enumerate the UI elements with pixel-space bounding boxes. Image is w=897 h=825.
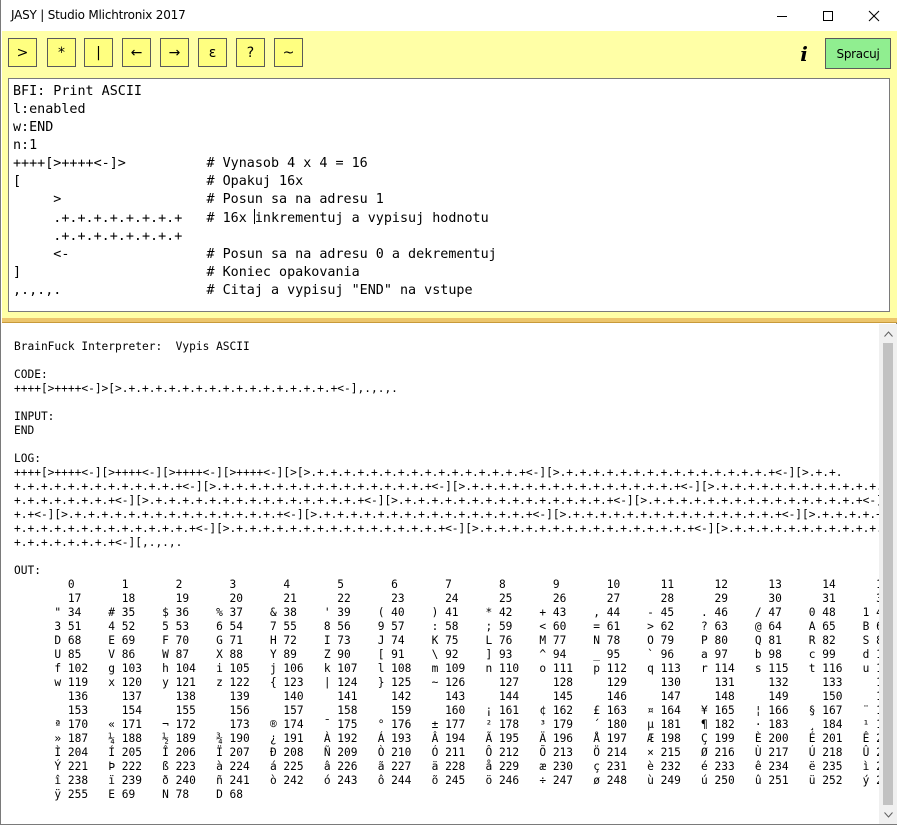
minimize-icon <box>777 15 787 17</box>
code-text[interactable]: BFI: Print ASCII l:enabled w:END n:1 +++… <box>13 83 497 300</box>
insert-star-button[interactable]: * <box>47 38 76 67</box>
app-window: JASY | Studio Mlichtronix 2017 > * | ← →… <box>0 0 897 825</box>
info-icon[interactable]: i <box>796 43 812 65</box>
chevron-down-icon <box>883 811 893 818</box>
arrow-left-button[interactable]: ← <box>122 38 151 67</box>
output-text: BrainFuck Interpreter: Vypis ASCII CODE:… <box>14 340 879 801</box>
insert-tilde-button[interactable]: ~ <box>274 38 303 67</box>
window-title: JASY | Studio Mlichtronix 2017 <box>11 8 186 22</box>
close-icon <box>868 10 880 21</box>
insert-pipe-button[interactable]: | <box>84 38 113 67</box>
code-text-before-caret: BFI: Print ASCII l:enabled w:END n:1 +++… <box>13 84 384 226</box>
scroll-down-button[interactable] <box>879 806 897 823</box>
maximize-button[interactable] <box>805 0 851 31</box>
insert-move-right-button[interactable]: > <box>8 38 37 67</box>
run-button[interactable]: Spracuj <box>825 38 891 69</box>
maximize-icon <box>823 10 833 21</box>
code-editor[interactable]: BFI: Print ASCII l:enabled w:END n:1 +++… <box>8 78 890 312</box>
scroll-thumb[interactable] <box>883 343 893 805</box>
chevron-up-icon <box>883 330 893 337</box>
output-scrollbar[interactable] <box>879 324 897 824</box>
editor-panel: BFI: Print ASCII l:enabled w:END n:1 +++… <box>2 76 897 318</box>
close-button[interactable] <box>851 0 897 31</box>
insert-epsilon-button[interactable]: ε <box>198 38 227 67</box>
title-bar[interactable]: JASY | Studio Mlichtronix 2017 <box>1 0 897 31</box>
toolbar: > * | ← → ε ? ~ i Spracuj <box>2 31 897 76</box>
insert-question-button[interactable]: ? <box>236 38 265 67</box>
arrow-right-button[interactable]: → <box>160 38 189 67</box>
scroll-up-button[interactable] <box>879 325 897 342</box>
splitter[interactable] <box>2 318 897 323</box>
minimize-button[interactable] <box>759 0 805 31</box>
output-panel[interactable]: BrainFuck Interpreter: Vypis ASCII CODE:… <box>2 324 879 824</box>
